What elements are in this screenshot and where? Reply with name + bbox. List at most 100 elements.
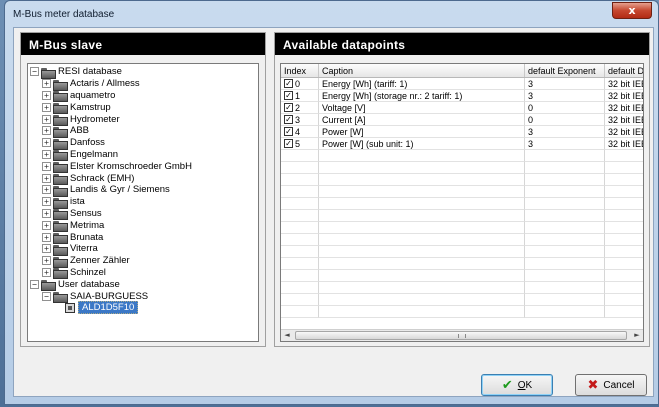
tree-item-manufacturer[interactable]: + ABB	[28, 125, 258, 138]
table-row[interactable]: ✓5Power [W] (sub unit: 1)332 bit IEEE	[281, 138, 643, 150]
folder-icon	[53, 114, 68, 127]
column-header-exponent[interactable]: default Exponent	[525, 64, 605, 77]
folder-icon	[41, 67, 56, 79]
table-row[interactable]: ✓3Current [A]032 bit IEEE	[281, 114, 643, 126]
ok-button[interactable]: ✔ OK	[481, 374, 553, 396]
mbus-slave-header: M-Bus slave	[21, 33, 265, 55]
tree-item-manufacturer[interactable]: + aquametro	[28, 90, 258, 103]
tree-item-selected-device[interactable]: ALD1D5F10	[28, 301, 258, 315]
tree-item-label: Sensus	[70, 207, 102, 219]
empty-row	[281, 222, 643, 234]
scroll-grip-icon	[458, 334, 466, 338]
expand-icon[interactable]: +	[42, 232, 51, 242]
tree-item-label: ista	[70, 196, 85, 208]
expand-icon[interactable]: +	[42, 114, 51, 124]
tree-item-resi-database[interactable]: − RESI database	[28, 66, 258, 79]
expand-icon[interactable]: +	[42, 126, 51, 136]
window-title: M-Bus meter database	[13, 9, 115, 20]
tree-item-label: Schinzel	[70, 266, 106, 278]
expand-icon[interactable]: +	[42, 138, 51, 148]
checkbox[interactable]: ✓	[284, 115, 293, 124]
scroll-left-icon[interactable]: ◄	[281, 330, 293, 341]
tree-item-manufacturer[interactable]: + Schrack (EMH)	[28, 172, 258, 186]
empty-row	[281, 294, 643, 306]
expand-icon[interactable]: +	[42, 161, 51, 171]
scroll-right-icon[interactable]: ►	[631, 330, 643, 341]
folder-icon	[53, 256, 68, 268]
horizontal-scrollbar[interactable]: ◄ ►	[281, 329, 643, 341]
expand-icon[interactable]: +	[42, 208, 51, 218]
column-header-index[interactable]: Index	[281, 64, 319, 77]
expand-icon[interactable]: +	[42, 185, 51, 195]
empty-row	[281, 270, 643, 282]
expand-icon[interactable]: +	[42, 90, 51, 100]
tree-item-label: ABB	[70, 125, 90, 137]
tree-item-manufacturer[interactable]: + ista	[28, 196, 258, 209]
tree-item-saia-burguess[interactable]: − SAIA-BURGUESS	[28, 290, 258, 304]
tree-item-manufacturer[interactable]: + Brunata	[28, 231, 258, 245]
checkbox[interactable]: ✓	[284, 79, 293, 88]
slave-tree[interactable]: − RESI database + Actaris / Allmess + aquamet…	[27, 63, 259, 342]
tree-item-label: User database	[58, 278, 120, 290]
checkbox[interactable]: ✓	[284, 127, 293, 136]
table-row[interactable]: ✓0Energy [Wh] (tariff: 1)332 bit IEEE	[281, 78, 643, 90]
close-button[interactable]: x	[612, 2, 652, 19]
tree-item-manufacturer[interactable]: + Metrima	[28, 219, 258, 233]
datapoints-grid[interactable]: Index Caption default Exponent default D…	[280, 63, 644, 342]
column-header-data-type[interactable]: default Dat	[605, 64, 643, 77]
expand-icon[interactable]: +	[42, 220, 51, 230]
tree-item-manufacturer[interactable]: + Danfoss	[28, 137, 258, 150]
title-bar[interactable]: M-Bus meter database x	[5, 1, 658, 27]
checkbox[interactable]: ✓	[284, 139, 293, 148]
index-cell: ✓ 4	[281, 126, 319, 138]
tree-item-manufacturer[interactable]: + Schinzel	[28, 266, 258, 280]
column-header-caption[interactable]: Caption	[319, 64, 525, 77]
expand-icon[interactable]: +	[42, 256, 51, 266]
tree-item-label: Elster Kromschroeder GmbH	[70, 160, 192, 172]
table-row[interactable]: ✓4Power [W]332 bit IEEE	[281, 126, 643, 138]
checkbox[interactable]: ✓	[284, 91, 293, 100]
cancel-button[interactable]: ✖ Cancel	[575, 374, 647, 396]
tree-item-manufacturer[interactable]: + Sensus	[28, 207, 258, 221]
expand-icon[interactable]: +	[42, 173, 51, 183]
folder-icon	[53, 208, 68, 221]
table-row[interactable]: ✓2Voltage [V]032 bit IEEE	[281, 102, 643, 114]
tree-item-label: Brunata	[70, 231, 104, 243]
data-type-cell: 32 bit IEEE	[605, 138, 643, 150]
tree-item-label: Engelmann	[70, 148, 119, 160]
dialog-client-area: M-Bus slave − RESI database + Actaris / All…	[13, 27, 654, 397]
tree-item-user-database[interactable]: − User database	[28, 278, 258, 292]
meter-device-icon	[65, 302, 75, 313]
expand-icon[interactable]: +	[42, 102, 51, 112]
checkbox[interactable]: ✓	[284, 103, 293, 112]
tree-item-label: ALD1D5F10	[78, 301, 139, 315]
caption-cell: Power [W]	[319, 126, 525, 138]
data-type-cell: 32 bit IEEE	[605, 102, 643, 114]
empty-row	[281, 210, 643, 222]
tree-item-manufacturer[interactable]: + Zenner Zähler	[28, 255, 258, 268]
tree-item-manufacturer[interactable]: + Kamstrup	[28, 101, 258, 115]
scroll-thumb[interactable]	[295, 331, 627, 340]
collapse-icon[interactable]: −	[42, 291, 51, 301]
index-value: 4	[295, 126, 301, 137]
expand-icon[interactable]: +	[42, 79, 51, 89]
tree-item-manufacturer[interactable]: + Elster Kromschroeder GmbH	[28, 160, 258, 174]
tree-item-manufacturer[interactable]: + Hydrometer	[28, 113, 258, 127]
expand-icon[interactable]: +	[42, 244, 51, 254]
tree-item-manufacturer[interactable]: + Engelmann	[28, 148, 258, 162]
tree-item-manufacturer[interactable]: + Landis & Gyr / Siemens	[28, 184, 258, 197]
expand-icon[interactable]: +	[42, 267, 51, 277]
index-value: 2	[295, 102, 301, 113]
tree-item-manufacturer[interactable]: + Viterra	[28, 243, 258, 256]
caption-cell: Voltage [V]	[319, 102, 525, 114]
collapse-icon[interactable]: −	[30, 67, 39, 77]
caption-cell: Energy [Wh] (tariff: 1)	[319, 78, 525, 90]
tree-item-manufacturer[interactable]: + Actaris / Allmess	[28, 78, 258, 91]
caption-cell: Energy [Wh] (storage nr.: 2 tariff: 1)	[319, 90, 525, 102]
data-type-cell: 32 bit IEEE	[605, 78, 643, 90]
collapse-icon[interactable]: −	[30, 279, 39, 289]
table-row[interactable]: ✓ 1 Energy [Wh] (storage nr.: 2 tariff: 1)…	[281, 90, 643, 102]
folder-icon	[53, 173, 68, 186]
expand-icon[interactable]: +	[42, 149, 51, 159]
expand-icon[interactable]: +	[42, 197, 51, 207]
